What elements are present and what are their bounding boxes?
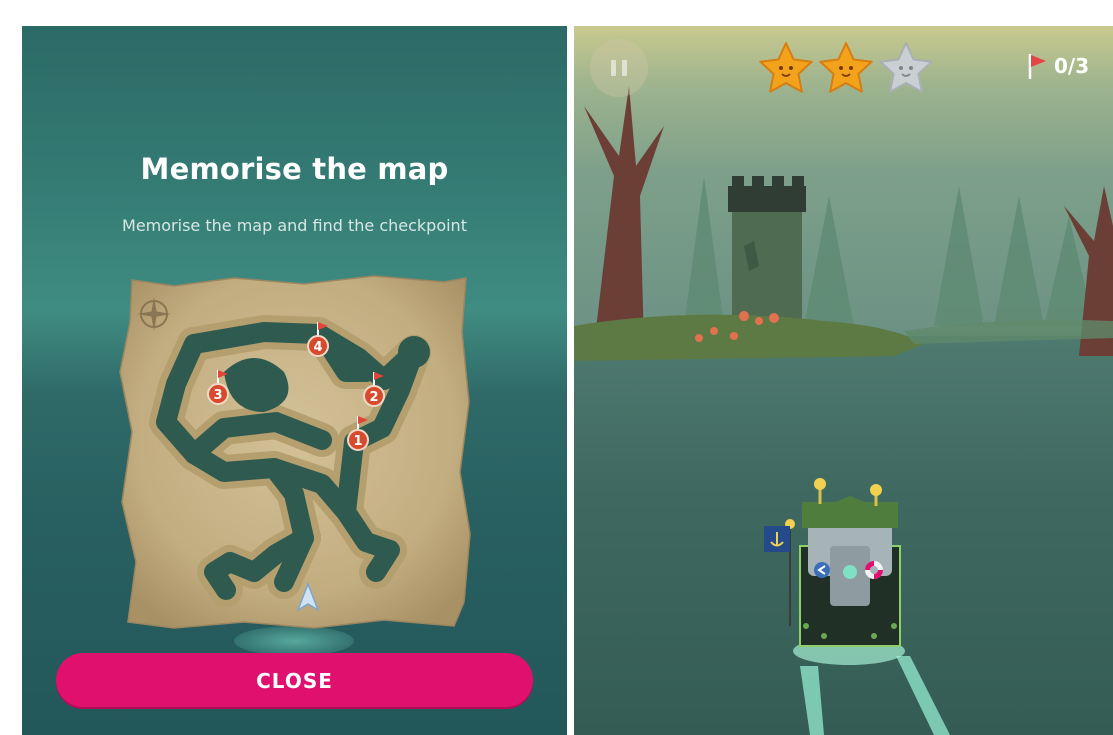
close-button[interactable]: CLOSE bbox=[56, 653, 533, 707]
treasure-map: 1 2 3 4 bbox=[114, 272, 474, 634]
life-ring-icon bbox=[865, 561, 883, 579]
game-scene bbox=[574, 26, 1113, 735]
game-view-panel: 0/3 bbox=[574, 26, 1113, 735]
flag-progress: 0/3 bbox=[1054, 54, 1090, 78]
star-icon-filled bbox=[819, 42, 873, 93]
star-rating-graphic bbox=[759, 42, 933, 93]
pause-icon-bar bbox=[622, 60, 627, 76]
boat-back-icon bbox=[814, 562, 830, 578]
star-icon-filled bbox=[759, 42, 813, 93]
stone-tower bbox=[728, 176, 806, 336]
overlay-title: Memorise the map bbox=[140, 152, 449, 186]
map-overlay-panel: Memorise the map Memorise the map and fi… bbox=[22, 26, 567, 735]
pause-icon bbox=[611, 60, 616, 76]
star-icon-empty bbox=[879, 42, 933, 93]
flag-icon bbox=[1028, 54, 1046, 79]
map-pond bbox=[398, 336, 430, 368]
map-drawing: 1 2 3 4 bbox=[119, 275, 471, 629]
pause-button[interactable] bbox=[590, 39, 648, 97]
star-rating bbox=[756, 40, 936, 96]
checkpoint-label: 3 bbox=[213, 388, 222, 403]
checkpoint-label: 2 bbox=[369, 390, 378, 405]
checkpoint-label: 4 bbox=[313, 340, 322, 355]
overlay-subtitle: Memorise the map and find the checkpoint bbox=[122, 216, 467, 235]
checkpoint-label: 1 bbox=[353, 434, 362, 449]
